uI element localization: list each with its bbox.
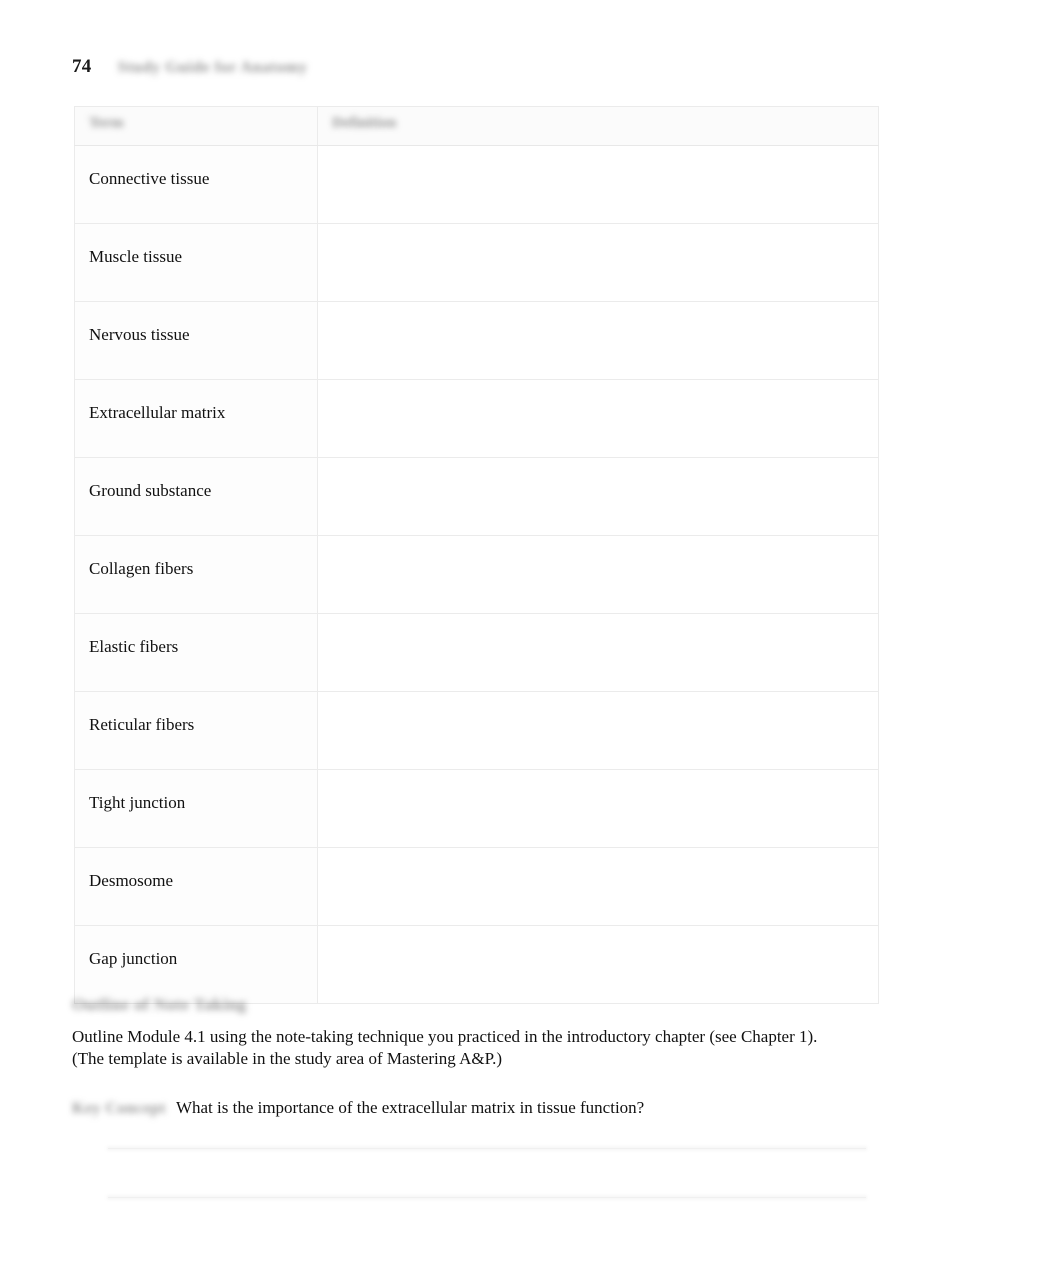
definition-entry-area[interactable] — [318, 380, 878, 457]
table-row: Reticular fibers — [74, 691, 879, 770]
table-cell-definition[interactable] — [317, 301, 879, 380]
table-row: Elastic fibers — [74, 613, 879, 692]
term-label: Nervous tissue — [89, 325, 190, 344]
definition-entry-area[interactable] — [318, 458, 878, 535]
table-cell-definition[interactable] — [317, 379, 879, 458]
column-header-definition: Definition — [317, 106, 879, 146]
table-cell-term: Elastic fibers — [74, 613, 318, 692]
running-head: Study Guide for Anatomy — [117, 59, 308, 76]
table-cell-definition[interactable] — [317, 847, 879, 926]
table-cell-term: Extracellular matrix — [74, 379, 318, 458]
definition-entry-area[interactable] — [318, 224, 878, 301]
answer-lines-container — [108, 1148, 866, 1198]
definition-entry-area[interactable] — [318, 536, 878, 613]
definition-entry-area[interactable] — [318, 146, 878, 223]
table-cell-term: Ground substance — [74, 457, 318, 536]
page-number: 74 — [72, 56, 92, 77]
table-row: Nervous tissue — [74, 301, 879, 380]
note-taking-line-1: Outline Module 4.1 using the note-taking… — [72, 1027, 818, 1046]
note-taking-section: Outline of Note Taking Outline Module 4.… — [72, 995, 902, 1070]
definition-entry-area[interactable] — [318, 770, 878, 847]
table-row: Gap junction — [74, 925, 879, 1004]
term-label: Muscle tissue — [89, 247, 183, 266]
key-concept-row: Key Concept What is the importance of th… — [70, 1098, 930, 1118]
key-concept-section: Key Concept What is the importance of th… — [70, 1098, 930, 1118]
table-cell-term: Collagen fibers — [74, 535, 318, 614]
table-cell-definition[interactable] — [317, 769, 879, 848]
note-taking-body: Outline Module 4.1 using the note-taking… — [72, 1026, 902, 1070]
column-header-term-label: Term — [89, 115, 124, 131]
term-label: Reticular fibers — [89, 715, 195, 734]
term-label: Gap junction — [89, 949, 178, 968]
table-row: Connective tissue — [74, 145, 879, 224]
table-row: Extracellular matrix — [74, 379, 879, 458]
term-label: Connective tissue — [89, 169, 210, 188]
table-cell-term: Desmosome — [74, 847, 318, 926]
column-header-definition-label: Definition — [332, 115, 397, 131]
answer-line-gap — [108, 1149, 866, 1197]
term-label: Elastic fibers — [89, 637, 179, 656]
term-label: Collagen fibers — [89, 559, 194, 578]
table-row: Tight junction — [74, 769, 879, 848]
table-cell-term: Tight junction — [74, 769, 318, 848]
table-cell-term: Gap junction — [74, 925, 318, 1004]
table-cell-definition[interactable] — [317, 223, 879, 302]
table-header-row: Term Definition — [74, 106, 879, 146]
table-cell-term: Muscle tissue — [74, 223, 318, 302]
table-cell-term: Connective tissue — [74, 145, 318, 224]
term-label: Tight junction — [89, 793, 186, 812]
table-cell-definition[interactable] — [317, 613, 879, 692]
table-row: Muscle tissue — [74, 223, 879, 302]
table-cell-definition[interactable] — [317, 145, 879, 224]
definition-entry-area[interactable] — [318, 848, 878, 925]
note-taking-line-2: (The template is available in the study … — [72, 1049, 503, 1068]
definition-entry-area[interactable] — [318, 302, 878, 379]
column-header-term: Term — [74, 106, 318, 146]
vocabulary-table-body: Connective tissue Muscle tissue Nervous ti… — [74, 145, 879, 1004]
table-cell-definition[interactable] — [317, 691, 879, 770]
vocabulary-table: Term Definition Connective tissue Muscle … — [74, 106, 879, 1004]
vocabulary-table-container: Term Definition Connective tissue Muscle … — [74, 106, 879, 1004]
key-concept-question: What is the importance of the extracellu… — [175, 1098, 645, 1117]
table-cell-term: Reticular fibers — [74, 691, 318, 770]
term-label: Ground substance — [89, 481, 212, 500]
table-cell-term: Nervous tissue — [74, 301, 318, 380]
page-header: 74 Study Guide for Anatomy — [72, 56, 308, 86]
definition-entry-area[interactable] — [318, 692, 878, 769]
definition-entry-area[interactable] — [318, 926, 878, 1003]
note-taking-heading: Outline of Note Taking — [72, 995, 247, 1014]
answer-line[interactable] — [108, 1197, 866, 1198]
term-label: Extracellular matrix — [89, 403, 226, 422]
table-cell-definition[interactable] — [317, 925, 879, 1004]
table-cell-definition[interactable] — [317, 535, 879, 614]
table-row: Collagen fibers — [74, 535, 879, 614]
table-row: Ground substance — [74, 457, 879, 536]
key-concept-label: Key Concept — [72, 1100, 166, 1117]
definition-entry-area[interactable] — [318, 614, 878, 691]
term-label: Desmosome — [89, 871, 174, 890]
table-cell-definition[interactable] — [317, 457, 879, 536]
table-row: Desmosome — [74, 847, 879, 926]
